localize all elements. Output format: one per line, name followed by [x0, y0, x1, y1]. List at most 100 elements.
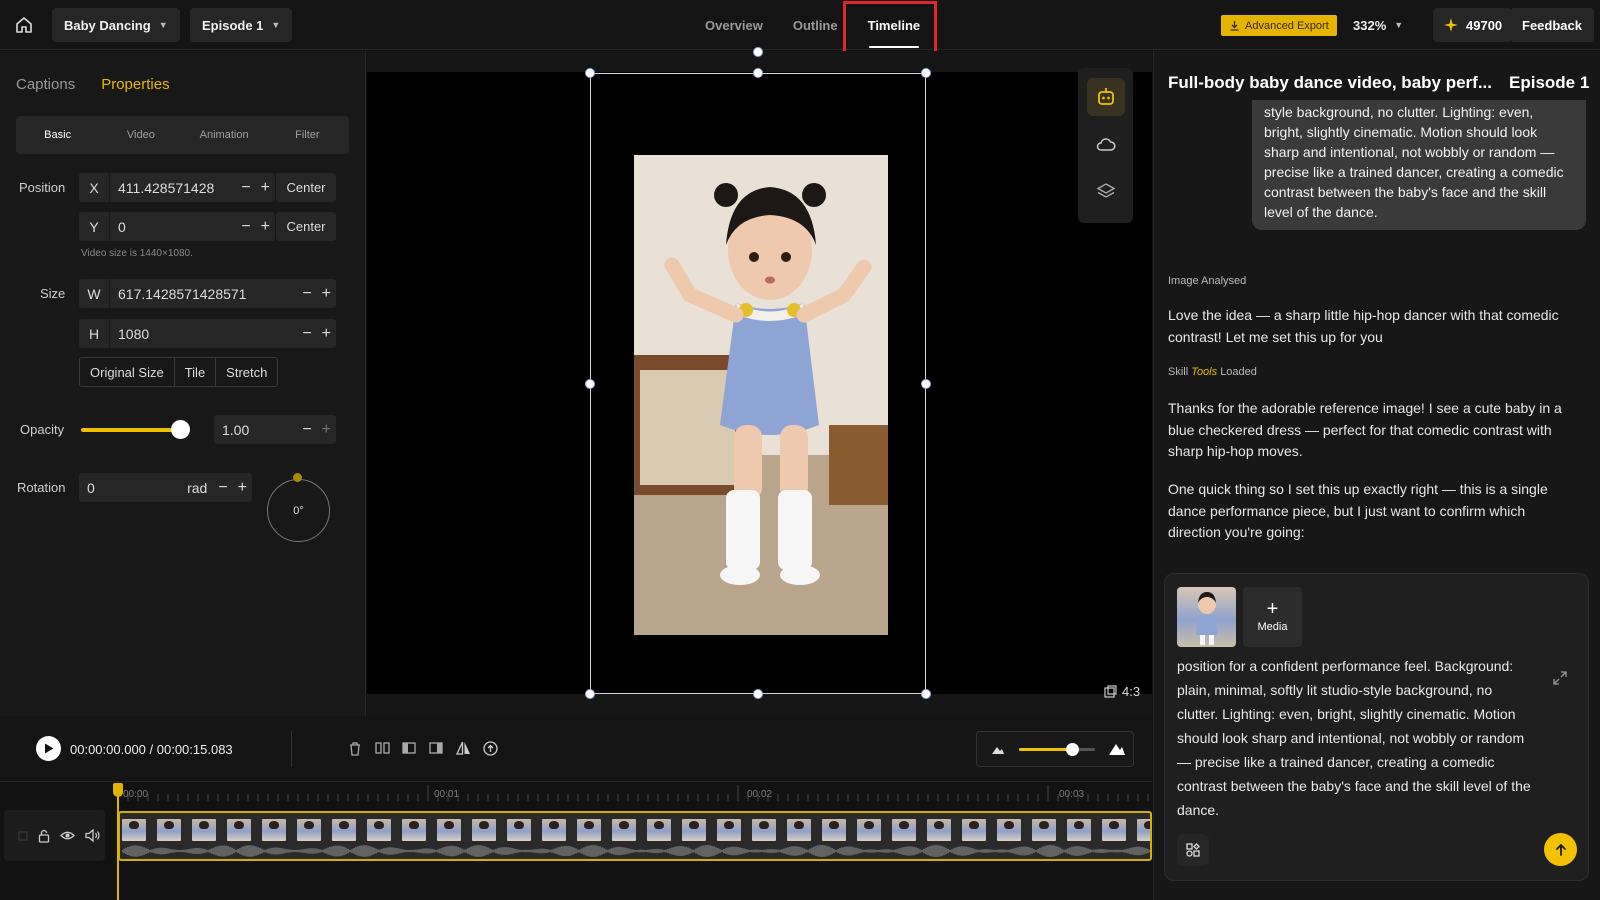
project-dropdown[interactable]: Baby Dancing ▼ — [52, 8, 180, 42]
increment-button[interactable]: + — [317, 285, 336, 303]
decrement-button[interactable]: − — [297, 285, 316, 303]
increment-button[interactable]: + — [256, 179, 275, 197]
zoom-out-icon[interactable] — [991, 743, 1005, 755]
decrement-button[interactable]: − — [297, 421, 316, 439]
ai-assistant-button[interactable] — [1087, 78, 1125, 116]
position-x-input[interactable]: 411.428571428 — [110, 180, 236, 196]
send-button[interactable] — [1544, 833, 1577, 866]
decrement-button[interactable]: − — [213, 479, 232, 497]
resize-handle-left[interactable] — [585, 379, 595, 389]
flip-button[interactable] — [454, 739, 472, 757]
resize-handle-bottom-left[interactable] — [585, 689, 595, 699]
y-axis-label: Y — [89, 218, 99, 235]
position-x-field[interactable]: X 411.428571428 − + — [79, 173, 275, 202]
eye-icon[interactable] — [60, 830, 75, 841]
resize-handle-bottom-right[interactable] — [921, 689, 931, 699]
opacity-slider-track[interactable] — [81, 428, 181, 432]
rotation-dial[interactable]: 0° — [267, 479, 330, 542]
zoom-in-icon[interactable] — [1108, 740, 1126, 756]
zoom-dropdown[interactable]: 332% ▼ — [1353, 11, 1403, 39]
clip-frame-thumbnail — [717, 819, 741, 841]
sparkle-icon — [1444, 18, 1458, 32]
size-label: Size — [40, 286, 66, 301]
x-axis-label: X — [89, 179, 99, 196]
delete-button[interactable] — [346, 739, 364, 757]
attached-image-thumbnail[interactable] — [1177, 587, 1236, 647]
upload-button[interactable] — [481, 739, 499, 757]
episode-dropdown[interactable]: Episode 1 ▼ — [190, 8, 293, 42]
resize-handle-bottom[interactable] — [753, 689, 763, 699]
decrement-button[interactable]: − — [297, 325, 316, 343]
tab-properties[interactable]: Properties — [101, 76, 169, 93]
layers-button[interactable] — [1087, 172, 1125, 210]
increment-button[interactable]: + — [233, 479, 252, 497]
rotation-input[interactable]: 0 — [79, 480, 187, 496]
credits-badge[interactable]: 49700 — [1433, 8, 1513, 42]
resize-handle-top[interactable] — [753, 68, 763, 78]
center-y-button[interactable]: Center — [276, 212, 336, 241]
track-color-icon — [18, 830, 28, 841]
size-w-field[interactable]: W 617.1428571428571 − + — [79, 279, 336, 308]
timeline-ruler[interactable] — [118, 781, 1152, 801]
advanced-export-button[interactable]: Advanced Export — [1221, 15, 1337, 36]
volume-icon[interactable] — [85, 829, 100, 842]
position-y-input[interactable]: 0 — [110, 219, 236, 235]
cloud-button[interactable] — [1087, 126, 1125, 164]
resize-handle-top-left[interactable] — [585, 68, 595, 78]
skills-button[interactable] — [1177, 834, 1209, 866]
feedback-button[interactable]: Feedback — [1510, 8, 1594, 42]
resize-handle-right[interactable] — [921, 379, 931, 389]
subtab-basic[interactable]: Basic — [16, 129, 99, 141]
robot-icon — [1098, 88, 1114, 105]
subtab-filter[interactable]: Filter — [266, 129, 349, 141]
decrement-button[interactable]: − — [236, 218, 255, 236]
tab-captions[interactable]: Captions — [16, 76, 75, 93]
add-media-button[interactable]: + Media — [1243, 587, 1302, 647]
original-size-button[interactable]: Original Size — [80, 358, 175, 386]
trim-left-button[interactable] — [400, 739, 418, 757]
opacity-input[interactable]: 1.00 — [214, 422, 297, 438]
opacity-field[interactable]: 1.00 − + — [214, 415, 336, 444]
selection-box[interactable] — [590, 73, 926, 694]
rotation-dial-handle[interactable] — [293, 473, 302, 482]
lock-icon[interactable] — [38, 829, 50, 843]
trim-right-button[interactable] — [427, 739, 445, 757]
aspect-ratio-toggle[interactable]: 4:3 — [1104, 684, 1140, 699]
decrement-button[interactable]: − — [236, 179, 255, 197]
subtab-animation[interactable]: Animation — [183, 129, 266, 141]
center-x-button[interactable]: Center — [276, 173, 336, 202]
chat-input[interactable]: position for a confident performance fee… — [1177, 654, 1537, 820]
playhead[interactable] — [117, 783, 119, 900]
upload-circle-icon — [482, 740, 498, 756]
video-track-clip[interactable] — [118, 811, 1152, 861]
subtab-video[interactable]: Video — [99, 129, 182, 141]
split-button[interactable] — [373, 739, 391, 757]
opacity-slider-handle[interactable] — [171, 420, 190, 439]
zoom-slider-track[interactable] — [1019, 748, 1095, 751]
size-h-input[interactable]: 1080 — [110, 326, 297, 342]
size-w-input[interactable]: 617.1428571428571 — [110, 286, 297, 302]
tab-outline[interactable]: Outline — [778, 0, 853, 50]
position-y-field[interactable]: Y 0 − + — [79, 212, 275, 241]
tick-label: 00:00 — [123, 789, 149, 800]
increment-button[interactable]: + — [256, 218, 275, 236]
home-button[interactable] — [12, 13, 36, 37]
plus-icon: + — [1266, 598, 1279, 620]
expand-button[interactable] — [1552, 670, 1570, 688]
rotate-handle[interactable] — [753, 47, 763, 57]
size-h-field[interactable]: H 1080 − + — [79, 319, 336, 348]
tile-button[interactable]: Tile — [175, 358, 217, 386]
tab-timeline[interactable]: Timeline — [853, 0, 936, 50]
resize-handle-top-right[interactable] — [921, 68, 931, 78]
rotation-field[interactable]: 0 rad − + — [79, 473, 252, 502]
clip-frame-thumbnail — [507, 819, 531, 841]
play-button[interactable] — [36, 736, 61, 761]
increment-button[interactable]: + — [317, 421, 336, 439]
tab-overview[interactable]: Overview — [690, 0, 778, 50]
download-icon — [1230, 21, 1239, 31]
stretch-button[interactable]: Stretch — [216, 358, 277, 386]
playhead-handle[interactable] — [113, 783, 123, 797]
status-image-analysed: Image Analysed — [1168, 275, 1247, 287]
increment-button[interactable]: + — [317, 325, 336, 343]
zoom-slider-handle[interactable] — [1066, 743, 1080, 756]
